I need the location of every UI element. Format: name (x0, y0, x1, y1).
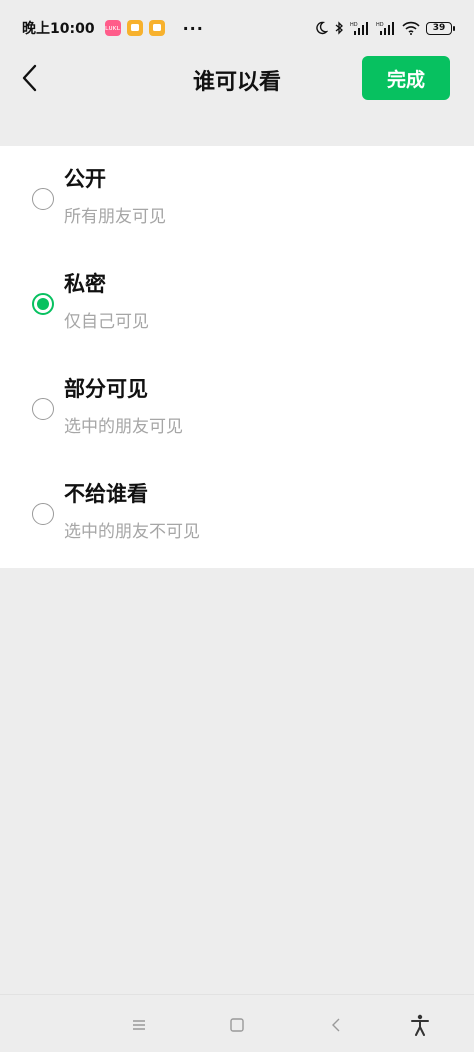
battery-icon: 39 (426, 21, 455, 35)
option-private[interactable]: 私密 仅自己可见 (0, 251, 474, 356)
radio-button[interactable] (32, 188, 54, 210)
battery-level: 39 (432, 23, 446, 33)
home-icon[interactable] (225, 1013, 249, 1037)
app-notification-icon (126, 20, 143, 36)
app-notification-icon: ʟᴜᴋʟ (104, 20, 121, 36)
signal-hd-icon: HD (376, 21, 396, 35)
option-subtitle: 仅自己可见 (64, 312, 149, 332)
bluetooth-icon (334, 21, 344, 35)
accessibility-icon[interactable] (408, 1013, 432, 1037)
radio-button[interactable] (32, 503, 54, 525)
signal-hd-icon: HD (350, 21, 370, 35)
back-icon[interactable] (324, 1013, 348, 1037)
app-notification-label: ʟᴜᴋʟ (104, 24, 121, 32)
svg-text:HD: HD (350, 22, 358, 28)
header: 谁可以看 完成 (0, 56, 474, 146)
status-bar: 晚上10:00 ʟᴜᴋʟ ··· HD HD 39 (0, 0, 474, 56)
more-notifications-icon: ··· (182, 18, 204, 38)
option-title: 公开 (64, 167, 106, 191)
option-public[interactable]: 公开 所有朋友可见 (0, 146, 474, 251)
menu-icon[interactable] (127, 1013, 151, 1037)
option-partial[interactable]: 部分可见 选中的朋友可见 (0, 356, 474, 461)
option-title: 私密 (64, 272, 106, 296)
visibility-options: 公开 所有朋友可见 私密 仅自己可见 部分可见 选中的朋友可见 不给谁看 选中的… (0, 146, 474, 568)
radio-button-checked[interactable] (32, 293, 54, 315)
svg-text:HD: HD (376, 22, 384, 28)
moon-icon (314, 21, 328, 35)
option-subtitle: 所有朋友可见 (64, 207, 166, 227)
radio-button[interactable] (32, 398, 54, 420)
status-right: HD HD 39 (314, 21, 455, 35)
system-nav-bar (0, 994, 474, 1052)
option-title: 不给谁看 (64, 482, 148, 506)
option-exclude[interactable]: 不给谁看 选中的朋友不可见 (0, 461, 474, 566)
done-button[interactable]: 完成 (362, 56, 450, 100)
option-subtitle: 选中的朋友不可见 (64, 522, 200, 542)
app-notification-icon (148, 20, 165, 36)
option-subtitle: 选中的朋友可见 (64, 417, 183, 437)
status-time: 晚上10:00 (22, 21, 95, 37)
option-title: 部分可见 (64, 377, 148, 401)
wifi-icon (402, 21, 420, 35)
screen: 晚上10:00 ʟᴜᴋʟ ··· HD HD 39 谁可以看 完成 公开 所有朋… (0, 0, 474, 1052)
